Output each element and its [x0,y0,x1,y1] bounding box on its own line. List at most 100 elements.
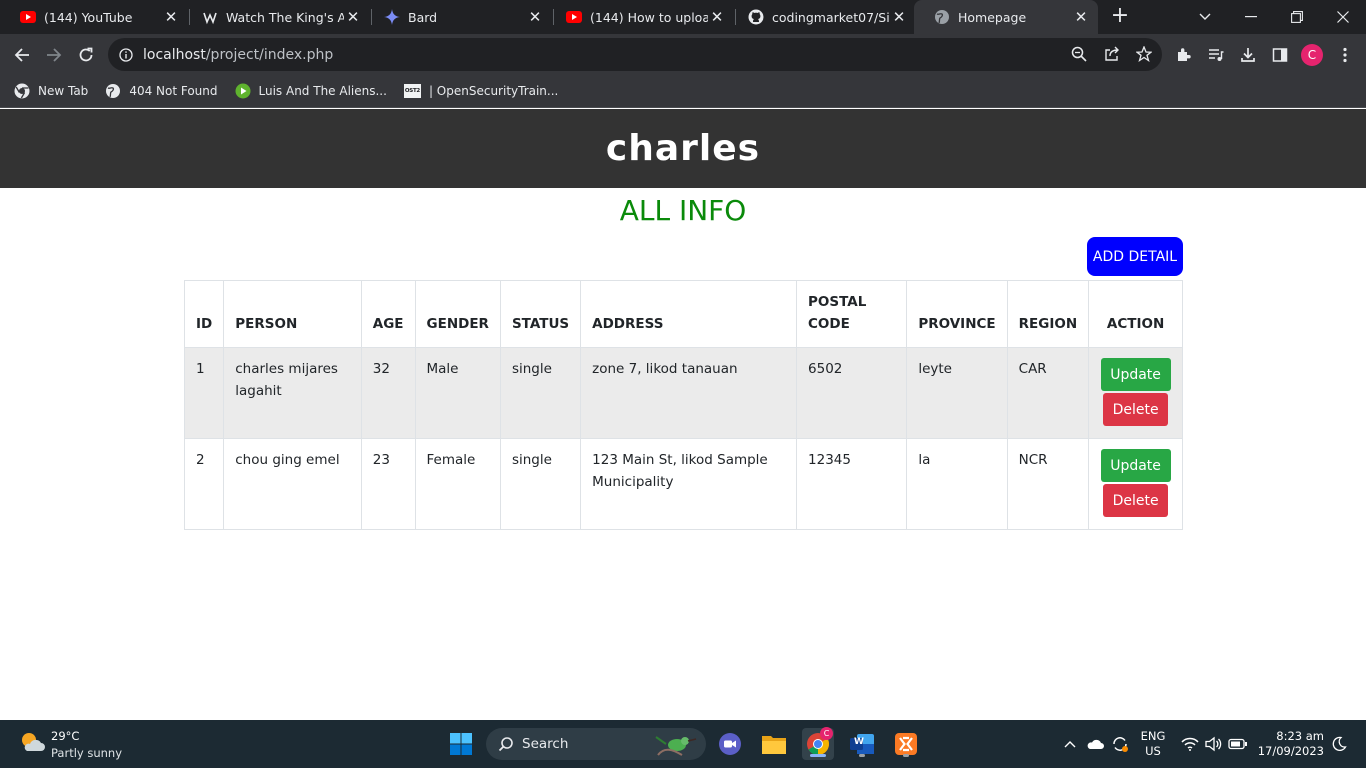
cell-id: 1 [183,347,225,439]
cell-province: la [906,438,1008,530]
taskbar-chrome[interactable]: C [802,727,834,760]
star-icon[interactable] [1132,42,1156,66]
reload-icon [79,47,93,62]
cell-person: charles mijares lagahit [223,347,362,439]
tab-kings-avatar[interactable]: Watch The King's Avat ✕ [182,0,370,34]
bookmark-404[interactable]: 404 Not Found [105,83,218,99]
focus-moon-icon[interactable] [1327,732,1351,756]
tab-title: (144) YouTube [44,9,133,25]
delete-button[interactable]: Delete [1103,484,1169,517]
youtube-icon [566,9,582,25]
table-row: 2 chou ging emel 23 Female single 123 Ma… [183,438,1183,530]
bookmark-luis-aliens[interactable]: Luis And The Aliens... [235,83,387,99]
new-tab-button[interactable]: + [1108,5,1132,29]
tab-homepage[interactable]: Homepage ✕ [914,0,1098,34]
wifi-icon[interactable] [1178,732,1202,756]
battery-icon[interactable] [1226,732,1250,756]
forward-button[interactable] [40,41,68,69]
cell-region: NCR [1006,438,1090,530]
restore-icon [1291,11,1303,23]
tab-bard[interactable]: Bard ✕ [364,0,552,34]
close-icon[interactable]: ✕ [1072,8,1090,26]
bookmark-label: Luis And The Aliens... [258,84,387,98]
cell-gender: Female [414,438,501,530]
github-icon [748,9,764,25]
back-button[interactable] [8,41,36,69]
taskbar-xampp[interactable] [890,728,922,760]
bookmark-label: | OpenSecurityTrain... [428,84,559,98]
tab-title: codingmarket07/Side- [772,9,890,25]
zoom-icon[interactable] [1067,42,1091,66]
cell-postal-code: 12345 [796,438,908,530]
windows-logo-icon [450,733,472,755]
bookmark-label: 404 Not Found [129,84,218,98]
sync-icon[interactable] [1108,732,1132,756]
column-header-province: PROVINCE [906,280,1008,348]
tab-title: Bard [408,9,438,25]
bookmark-new-tab[interactable]: New Tab [14,83,88,99]
weather-description[interactable]: Partly sunny [51,746,122,760]
column-header-action: ACTION [1088,280,1183,348]
taskbar-meet-app[interactable] [714,728,746,760]
tab-youtube-upload[interactable]: (144) How to upload f ✕ [546,0,734,34]
cell-age: 23 [360,438,416,530]
profile-avatar[interactable]: C [1301,44,1323,66]
column-header-gender: GENDER [414,280,501,348]
close-window-button[interactable] [1320,0,1366,34]
chrome-icon [14,83,30,99]
download-icon[interactable] [1236,43,1260,67]
column-header-address: ADDRESS [580,280,798,348]
close-icon[interactable]: ✕ [708,8,726,26]
info-table: ID PERSON AGE GENDER STATUS ADDRESS POST… [183,280,1183,530]
taskbar-search[interactable]: Search [486,728,706,760]
bard-sparkle-icon [384,9,400,25]
tab-github[interactable]: codingmarket07/Side- ✕ [728,0,916,34]
running-indicator [859,754,865,757]
onedrive-cloud-icon[interactable] [1083,732,1107,756]
keyboard-layout: US [1145,744,1161,758]
system-clock[interactable]: 8:23 am 17/09/2023 [1254,729,1324,759]
media-queue-icon[interactable] [1204,43,1228,67]
play-icon [235,83,251,99]
close-icon[interactable]: ✕ [162,8,180,26]
language-indicator[interactable]: ENG US [1136,729,1170,759]
add-detail-button[interactable]: ADD DETAIL [1087,237,1183,276]
ost2-icon: OST2 [403,84,421,98]
start-button[interactable] [445,728,477,760]
extensions-icon[interactable] [1172,43,1196,67]
site-header: charles [0,109,1366,188]
cell-status: single [499,347,582,439]
taskbar-file-explorer[interactable] [758,728,790,760]
close-icon[interactable]: ✕ [344,8,362,26]
tab-search-button[interactable] [1182,0,1228,34]
address-bar[interactable]: localhost/project/index.php [108,38,1162,71]
share-icon[interactable] [1100,42,1124,66]
update-button[interactable]: Update [1100,358,1171,391]
bookmark-opensecuritytraining[interactable]: OST2 | OpenSecurityTrain... [403,84,559,98]
close-icon [1337,11,1349,23]
volume-icon[interactable] [1202,732,1226,756]
tab-title: Homepage [958,9,1027,25]
update-button[interactable]: Update [1100,449,1171,482]
youtube-icon [20,9,36,25]
taskbar-word[interactable]: W [846,728,878,760]
close-icon[interactable]: ✕ [526,8,544,26]
menu-dots-icon[interactable] [1333,43,1357,67]
info-icon[interactable] [119,47,133,62]
delete-button[interactable]: Delete [1103,393,1169,426]
show-hidden-icons-chevron-up-icon[interactable] [1058,732,1082,756]
weather-partly-sunny-icon[interactable] [18,729,46,757]
column-header-postal-code: POSTAL CODE [796,280,908,348]
browser-toolbar: localhost/project/index.php C [0,34,1366,75]
weather-temperature[interactable]: 29°C [51,729,79,743]
minimize-button[interactable] [1228,0,1274,34]
search-icon [498,737,513,752]
close-icon[interactable]: ✕ [890,8,908,26]
tab-strip: (144) YouTube ✕ Watch The King's Avat ✕ … [0,0,1366,34]
tab-youtube[interactable]: (144) YouTube ✕ [0,0,188,34]
cell-age: 32 [360,347,416,439]
reload-button[interactable] [72,41,100,69]
restore-button[interactable] [1274,0,1320,34]
column-header-region: REGION [1006,280,1090,348]
side-panel-icon[interactable] [1268,43,1292,67]
